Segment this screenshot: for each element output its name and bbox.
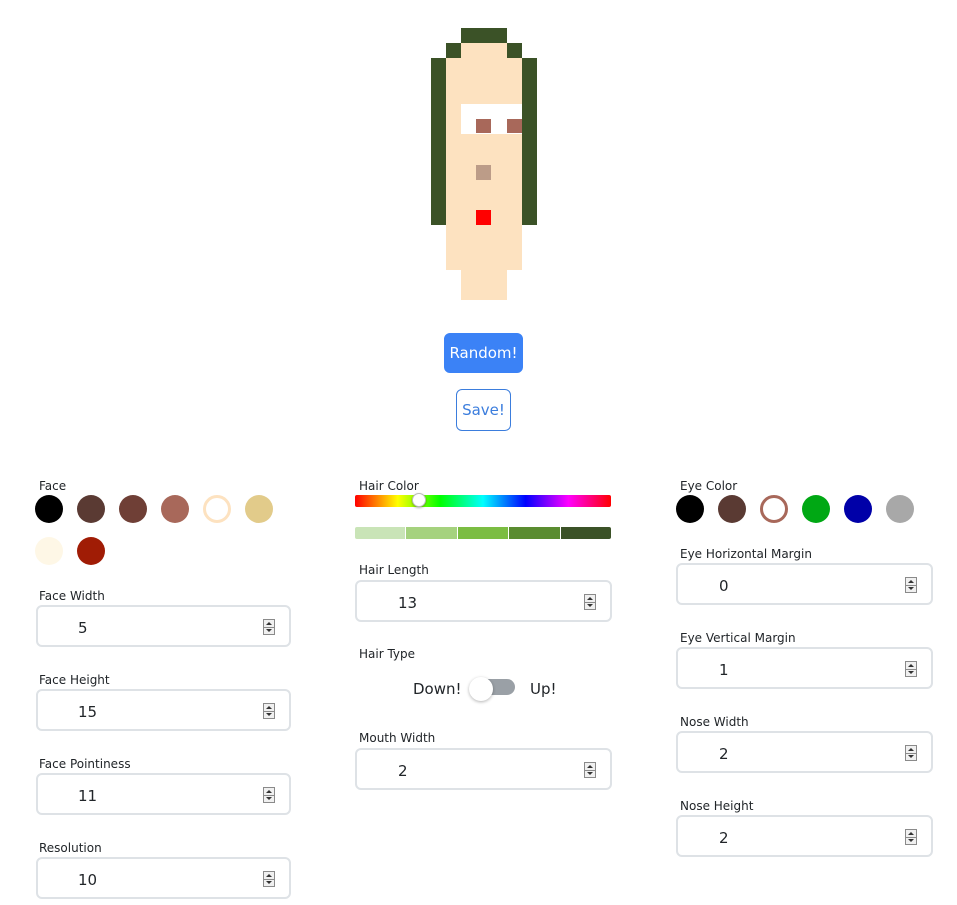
mouth-width-value: 2 xyxy=(398,762,408,780)
spin-down-icon[interactable] xyxy=(906,669,916,676)
right-pupil xyxy=(507,119,522,133)
face-color-swatch[interactable] xyxy=(119,495,147,523)
mouth-width-label: Mouth Width xyxy=(359,731,436,745)
spin-down-icon[interactable] xyxy=(264,879,274,886)
spin-down-icon[interactable] xyxy=(906,753,916,760)
hair-left xyxy=(431,58,446,225)
hair-top xyxy=(461,28,507,43)
save-button[interactable]: Save! xyxy=(456,389,511,431)
hair-type-up-label: Up! xyxy=(530,680,557,698)
face-width-label: Face Width xyxy=(39,589,105,603)
face-pointiness-value: 11 xyxy=(78,787,98,805)
hair-color-label: Hair Color xyxy=(359,479,419,493)
mouth-width-input[interactable]: 2 xyxy=(355,748,612,790)
spin-down-icon[interactable] xyxy=(585,602,595,609)
spin-down-icon[interactable] xyxy=(264,711,274,718)
eye-color-label: Eye Color xyxy=(680,479,738,493)
hair-length-label: Hair Length xyxy=(359,563,429,577)
hair-shade-swatch[interactable] xyxy=(560,527,611,539)
hair-top-right xyxy=(507,43,522,58)
eye-color-swatch[interactable] xyxy=(886,495,914,523)
random-button[interactable]: Random! xyxy=(444,333,523,373)
resolution-input[interactable]: 10 xyxy=(36,857,291,899)
hair-type-down-label: Down! xyxy=(413,680,462,698)
spin-down-icon[interactable] xyxy=(906,837,916,844)
face-color-swatch[interactable] xyxy=(203,495,231,523)
face-height-label: Face Height xyxy=(39,673,110,687)
face-skin xyxy=(446,58,522,270)
hair-type-toggle-knob[interactable] xyxy=(469,677,493,701)
nose xyxy=(476,165,491,180)
face-color-swatch[interactable] xyxy=(161,495,189,523)
hair-length-value: 13 xyxy=(398,594,418,612)
eye-color-swatch[interactable] xyxy=(802,495,830,523)
hair-hue-slider[interactable] xyxy=(355,495,611,507)
face-pointiness-spinner[interactable] xyxy=(263,787,275,803)
hair-length-input[interactable]: 13 xyxy=(355,580,612,622)
face-skin-top xyxy=(461,43,507,58)
face-color-swatch[interactable] xyxy=(35,495,63,523)
hair-shade-swatch[interactable] xyxy=(355,527,406,539)
nose-height-label: Nose Height xyxy=(680,799,754,813)
eye-horizontal-margin-spinner[interactable] xyxy=(905,577,917,593)
spin-down-icon[interactable] xyxy=(585,770,595,777)
face-color-swatch[interactable] xyxy=(77,495,105,523)
eye-vertical-margin-input[interactable]: 1 xyxy=(676,647,933,689)
neck xyxy=(461,270,507,300)
face-pointiness-input[interactable]: 11 xyxy=(36,773,291,815)
face-color-label: Face xyxy=(39,479,67,493)
nose-height-spinner[interactable] xyxy=(905,829,917,845)
hair-type-label: Hair Type xyxy=(359,647,416,661)
eye-color-swatch[interactable] xyxy=(844,495,872,523)
face-pointiness-label: Face Pointiness xyxy=(39,757,131,771)
face-width-input[interactable]: 5 xyxy=(36,605,291,647)
face-color-swatch[interactable] xyxy=(245,495,273,523)
hair-right xyxy=(522,58,537,225)
hair-hue-slider-thumb[interactable] xyxy=(412,493,426,507)
eye-color-swatch[interactable] xyxy=(676,495,704,523)
spin-down-icon[interactable] xyxy=(264,627,274,634)
eye-vertical-margin-label: Eye Vertical Margin xyxy=(680,631,796,645)
nose-width-value: 2 xyxy=(719,745,729,763)
spin-down-icon[interactable] xyxy=(906,585,916,592)
hair-top-left xyxy=(446,43,461,58)
face-height-value: 15 xyxy=(78,703,98,721)
eye-vertical-margin-spinner[interactable] xyxy=(905,661,917,677)
avatar-preview xyxy=(431,28,537,300)
eye-horizontal-margin-input[interactable]: 0 xyxy=(676,563,933,605)
face-color-swatch[interactable] xyxy=(77,537,105,565)
nose-height-input[interactable]: 2 xyxy=(676,815,933,857)
spin-down-icon[interactable] xyxy=(264,795,274,802)
hair-length-spinner[interactable] xyxy=(584,594,596,610)
resolution-spinner[interactable] xyxy=(263,871,275,887)
mouth-width-spinner[interactable] xyxy=(584,762,596,778)
hair-shade-swatch[interactable] xyxy=(457,527,509,539)
eye-horizontal-margin-value: 0 xyxy=(719,577,729,595)
eye-color-swatch[interactable] xyxy=(760,495,788,523)
hair-shade-swatch[interactable] xyxy=(406,527,457,539)
nose-width-input[interactable]: 2 xyxy=(676,731,933,773)
hair-shade-swatch[interactable] xyxy=(509,527,560,539)
eye-color-swatch[interactable] xyxy=(718,495,746,523)
mouth xyxy=(476,210,491,225)
nose-width-label: Nose Width xyxy=(680,715,749,729)
face-color-swatch[interactable] xyxy=(35,537,63,565)
resolution-label: Resolution xyxy=(39,841,102,855)
face-height-spinner[interactable] xyxy=(263,703,275,719)
face-width-spinner[interactable] xyxy=(263,619,275,635)
resolution-value: 10 xyxy=(78,871,98,889)
nose-height-value: 2 xyxy=(719,829,729,847)
eye-vertical-margin-value: 1 xyxy=(719,661,729,679)
face-width-value: 5 xyxy=(78,619,88,637)
face-height-input[interactable]: 15 xyxy=(36,689,291,731)
eye-horizontal-margin-label: Eye Horizontal Margin xyxy=(680,547,812,561)
nose-width-spinner[interactable] xyxy=(905,745,917,761)
left-pupil xyxy=(476,119,491,133)
